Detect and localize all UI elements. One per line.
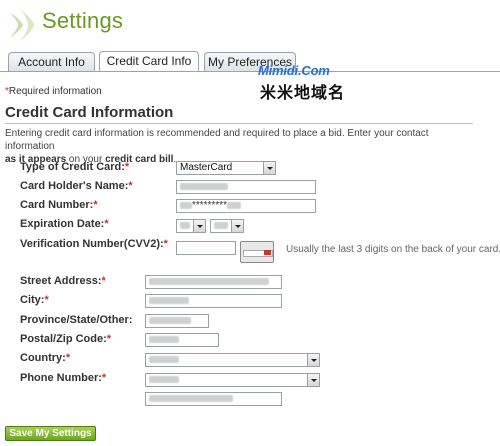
city-input[interactable] bbox=[145, 294, 282, 308]
expiration-label: Expiration Date:* bbox=[20, 218, 109, 230]
chevron-down-icon bbox=[307, 354, 319, 366]
card-type-label: Type of Credit Card:* bbox=[20, 161, 130, 173]
watermark: Mimidi.Com 米米地域名 bbox=[258, 63, 368, 103]
settings-logo-icon bbox=[10, 9, 34, 41]
cvv-hint: Usually the last 3 digits on the back of… bbox=[286, 244, 500, 255]
watermark-en: Mimidi.Com bbox=[258, 63, 330, 78]
card-number-label: Card Number:* bbox=[20, 199, 98, 211]
chevron-down-icon bbox=[193, 220, 205, 232]
section-title: Credit Card Information bbox=[5, 104, 174, 121]
phone-label: Phone Number:* bbox=[20, 372, 107, 384]
chevron-down-icon bbox=[307, 374, 319, 386]
tab-divider bbox=[0, 71, 500, 72]
cvv-label: Verification Number(CVV2):* bbox=[20, 238, 168, 250]
holder-name-label: Card Holder's Name:* bbox=[20, 180, 133, 192]
holder-name-input[interactable] bbox=[176, 180, 316, 194]
chevron-down-icon bbox=[231, 220, 243, 232]
city-label: City:* bbox=[20, 294, 49, 306]
expiration-year-select[interactable] bbox=[210, 219, 244, 233]
cvv-input[interactable] bbox=[176, 241, 236, 255]
card-back-icon bbox=[240, 241, 274, 263]
chevron-down-icon bbox=[263, 162, 275, 174]
card-number-input[interactable]: ********* bbox=[176, 199, 316, 213]
country-label: Country:* bbox=[20, 352, 71, 364]
watermark-cn: 米米地域名 bbox=[260, 85, 346, 102]
phone-input[interactable] bbox=[145, 392, 282, 406]
tab-credit-card-info[interactable]: Credit Card Info bbox=[99, 51, 199, 72]
required-note: *Required information bbox=[5, 86, 102, 97]
country-select[interactable] bbox=[145, 353, 320, 367]
section-divider bbox=[5, 123, 473, 124]
postal-input[interactable] bbox=[145, 333, 219, 347]
page-title: Settings bbox=[42, 8, 124, 33]
tab-account-info[interactable]: Account Info bbox=[8, 52, 95, 71]
province-input[interactable] bbox=[145, 314, 209, 328]
street-label: Street Address:* bbox=[20, 275, 106, 287]
street-input[interactable] bbox=[145, 275, 282, 289]
province-label: Province/State/Other: bbox=[20, 314, 133, 326]
card-type-select[interactable]: MasterCard bbox=[176, 161, 276, 175]
expiration-month-select[interactable] bbox=[176, 219, 206, 233]
postal-label: Postal/Zip Code:* bbox=[20, 333, 112, 345]
phone-country-select[interactable] bbox=[145, 373, 320, 387]
save-settings-button[interactable]: Save My Settings bbox=[5, 426, 96, 441]
